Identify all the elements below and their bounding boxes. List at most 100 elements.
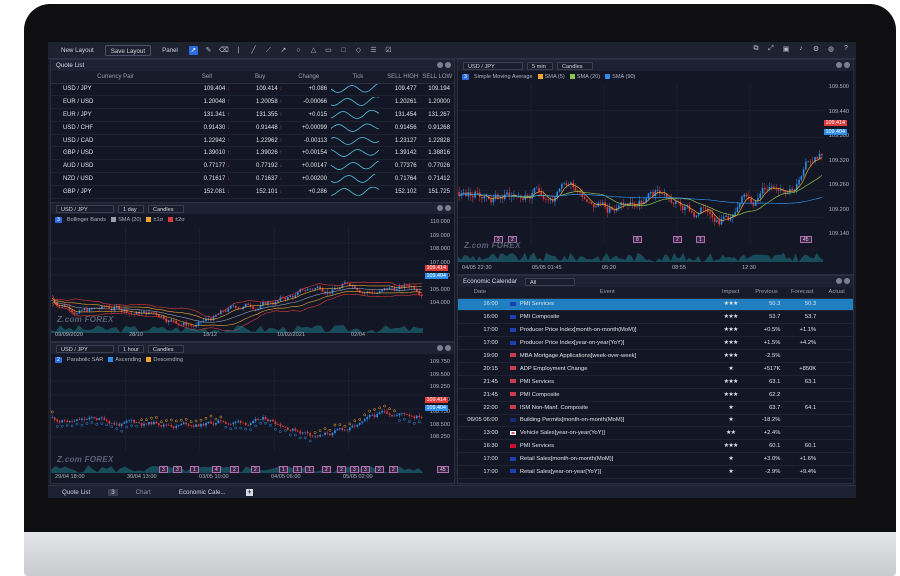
quote-sell[interactable]: 0.91430 ↓	[179, 121, 234, 135]
close-icon[interactable]	[445, 62, 451, 68]
quote-row[interactable]: EUR / JPY 131.341 ↑ 131.355 ↑ +0.015 131.454…	[51, 108, 454, 122]
quote-buy[interactable]: 1.20058 ↑	[233, 95, 287, 110]
cursor-tool-icon[interactable]: ➚	[188, 45, 198, 55]
minimize-icon[interactable]	[437, 62, 443, 68]
sma-period-select[interactable]: 5 min	[527, 61, 553, 70]
quote-col-sell-high[interactable]: SELL HIGH	[384, 71, 421, 84]
tab-chart[interactable]: Chart	[122, 489, 165, 496]
event-marker[interactable]: 2	[673, 236, 682, 243]
calendar-col-previous[interactable]: Previous	[748, 287, 785, 299]
diamond-tool-icon[interactable]: ◇	[354, 46, 363, 55]
event-marker[interactable]: 1	[305, 466, 314, 473]
new-layout-button[interactable]: New Layout	[56, 45, 99, 56]
rectangle-tool-icon[interactable]: ▭	[324, 46, 333, 55]
window-icon[interactable]: ⧉	[752, 45, 760, 53]
sar-symbol-select[interactable]: USD / JPY	[56, 344, 114, 353]
quote-row[interactable]: USD / CAD 1.22942 ↑ 1.22962 ↑ -0.00113 1.231…	[51, 134, 454, 148]
layout-icon[interactable]: ▣	[782, 45, 790, 53]
quote-sell[interactable]: 109.404 ↓	[179, 83, 234, 97]
panel-button[interactable]: Panel	[157, 45, 183, 56]
quote-col-currency-pair[interactable]: Currency Pair	[51, 71, 180, 84]
calendar-row[interactable]: 17:00 Producer Price Index[year-on-year(Y…	[458, 336, 853, 351]
calendar-row[interactable]: 16:00 PMI Composite ★★★ 53.7 53.7	[458, 310, 853, 325]
sma-badge[interactable]: 3	[462, 74, 469, 80]
event-marker[interactable]: 1	[293, 466, 302, 473]
event-marker[interactable]: 2	[230, 466, 239, 473]
close-icon[interactable]	[445, 345, 451, 351]
event-marker[interactable]: 2	[337, 466, 346, 473]
quote-sell[interactable]: 0.71617 ↓	[179, 172, 234, 186]
calendar-row[interactable]: 19:00 MBA Mortgage Applications[week-over…	[458, 349, 853, 363]
calendar-col-event[interactable]: Event	[501, 287, 713, 299]
calendar-row[interactable]: 20:15 ADP Employment Change ★ +517K +850K	[458, 362, 853, 376]
event-marker[interactable]: 45	[800, 236, 812, 243]
calendar-row[interactable]: 17:00 Producer Price Index[month-on-month…	[458, 323, 853, 338]
quote-row[interactable]: NZD / USD 0.71617 ↓ 0.71637 ↓ +0.00200 0.717…	[51, 172, 454, 186]
minimize-icon[interactable]	[836, 278, 842, 284]
calendar-col-forecast[interactable]: Forecast	[784, 287, 821, 299]
event-marker[interactable]: 8	[633, 236, 642, 243]
sma-type-select[interactable]: Candles	[557, 61, 593, 70]
check-tool-icon[interactable]: ☑	[384, 46, 393, 55]
event-marker[interactable]: 2	[389, 466, 398, 473]
event-marker[interactable]: 1	[190, 466, 199, 473]
event-marker[interactable]: 3	[361, 466, 370, 473]
sar-type-select[interactable]: Candles	[148, 344, 184, 353]
event-marker[interactable]: 3	[159, 466, 168, 473]
event-marker[interactable]: 4	[212, 466, 221, 473]
sar-period-select[interactable]: 1 hour	[118, 344, 144, 353]
bb-type-select[interactable]: Candles	[148, 204, 184, 213]
quote-buy[interactable]: 0.91448 ↑	[233, 121, 287, 135]
quote-buy[interactable]: 152.101 ↓	[233, 185, 287, 199]
quote-buy[interactable]: 0.77192 ↓	[233, 159, 287, 174]
quote-col-tick[interactable]: Tick	[331, 71, 385, 84]
trend-line-tool-icon[interactable]: ╱	[249, 46, 258, 55]
help-icon[interactable]: ?	[842, 45, 850, 53]
calendar-row[interactable]: 17:00 Retail Sales[year-on-year(YoY)] ★ -2.…	[458, 465, 853, 479]
tab-quote-list[interactable]: Quote List	[48, 489, 104, 496]
tab-economic-calendar[interactable]: Economic Cale...	[165, 489, 240, 496]
event-marker[interactable]: 3	[173, 466, 182, 473]
event-marker[interactable]: 45	[437, 466, 449, 473]
add-tab-icon[interactable]: +	[240, 488, 260, 496]
vertical-line-tool-icon[interactable]: |	[234, 46, 243, 55]
expand-icon[interactable]: ⤢	[767, 45, 775, 53]
bb-period-select[interactable]: 1 day	[118, 204, 144, 213]
calendar-row[interactable]: 21:45 PMI Composite ★★★ 62.2	[458, 388, 853, 402]
quote-buy[interactable]: 109.414 ↓	[233, 83, 287, 97]
event-marker[interactable]: 3	[350, 466, 359, 473]
quote-row[interactable]: GBP / JPY 152.081 ↓ 152.101 ↓ +0.286 152.102…	[51, 185, 454, 199]
quote-col-change[interactable]: Change	[286, 71, 332, 84]
quote-buy[interactable]: 0.71637 ↓	[233, 172, 287, 186]
calendar-col-date[interactable]: Date	[458, 287, 502, 299]
quote-buy[interactable]: 1.22962 ↑	[233, 134, 287, 148]
calendar-row[interactable]: 22:00 ISM Non-Manf. Composite ★ 63.7 64.1	[458, 401, 853, 415]
event-marker[interactable]: 2	[375, 466, 384, 473]
calendar-row[interactable]: 13:00 Vehicle Sales[year-on-year(YoY)] ★★ +…	[458, 426, 853, 441]
circle-tool-icon[interactable]: ○	[294, 46, 303, 55]
calendar-row[interactable]: 16:00 PMI Services ★★★ 50.3 50.3	[458, 298, 853, 312]
quote-row[interactable]: EUR / USD 1.20048 ↑ 1.20058 ↑ -0.00066 1.202…	[51, 95, 454, 110]
square-tool-icon[interactable]: □	[339, 46, 348, 55]
sar-badge[interactable]: 2	[55, 357, 62, 363]
globe-icon[interactable]: ◍	[827, 45, 835, 53]
quote-row[interactable]: USD / CHF 0.91430 ↓ 0.91448 ↑ +0.00099 0.914…	[51, 121, 454, 135]
quote-buy[interactable]: 1.39026 ↑	[233, 146, 287, 161]
close-icon[interactable]	[445, 205, 451, 211]
fibonacci-tool-icon[interactable]: ☰	[369, 46, 378, 55]
minimize-icon[interactable]	[437, 205, 443, 211]
quote-col-buy[interactable]: Buy	[233, 71, 287, 84]
event-marker[interactable]: 2	[322, 466, 331, 473]
quote-row[interactable]: AUD / USD 0.77177 ↓ 0.77192 ↓ +0.00147 0.773…	[51, 159, 454, 174]
calendar-filter-select[interactable]: All	[525, 277, 575, 286]
quote-sell[interactable]: 1.22942 ↑	[179, 134, 234, 148]
quote-col-sell[interactable]: Sell	[179, 71, 234, 84]
close-icon[interactable]	[844, 62, 850, 68]
sma-symbol-select[interactable]: USD / JPY	[463, 61, 523, 70]
event-marker[interactable]: 2	[251, 466, 260, 473]
quote-sell[interactable]: 131.341 ↑	[179, 108, 234, 122]
calendar-row[interactable]: 17:00 Retail Sales[month-on-month(MoM)] ★ +…	[458, 452, 853, 467]
quote-sell[interactable]: 1.20048 ↑	[179, 95, 234, 110]
save-layout-button[interactable]: Save Layout	[104, 44, 152, 56]
event-marker[interactable]: 1	[696, 236, 705, 243]
